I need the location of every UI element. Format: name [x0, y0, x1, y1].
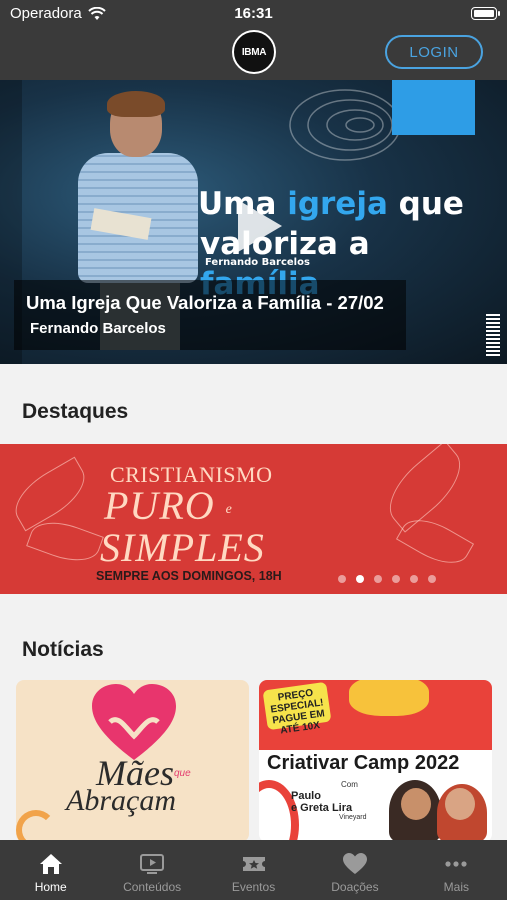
- carousel-dot[interactable]: [374, 575, 382, 583]
- arc-decoration: [16, 810, 56, 842]
- video-caption: Uma Igreja Que Valoriza a Família - 27/0…: [14, 280, 406, 350]
- carousel-dot[interactable]: [392, 575, 400, 583]
- destaques-banner[interactable]: CRISTIANISMO PURO e SIMPLES SEMPRE AOS D…: [0, 444, 507, 594]
- ibma-logo[interactable]: IBMA: [232, 30, 276, 74]
- card2-title: Criativar Camp 2022: [267, 752, 460, 774]
- video-title: Uma Igreja Que Valoriza a Família - 27/0…: [26, 292, 384, 313]
- home-icon: [39, 854, 62, 874]
- banner-line3: SIMPLES: [100, 525, 265, 570]
- card2-church: Vineyard: [339, 814, 367, 821]
- card1-title-que: que: [174, 768, 191, 779]
- destaques-heading: Destaques: [22, 400, 129, 423]
- tv-icon: [140, 854, 165, 874]
- tab-home[interactable]: Home: [0, 840, 101, 900]
- carousel-dots[interactable]: [338, 575, 436, 583]
- tab-conteudos[interactable]: Conteúdos: [101, 840, 202, 900]
- carousel-dot[interactable]: [428, 575, 436, 583]
- news-card[interactable]: PREÇO ESPECIAL! PAGUE EM ATÉ 10X Criativ…: [259, 680, 492, 842]
- barcode-decoration: [486, 314, 500, 356]
- hero-title-part: que: [387, 186, 464, 222]
- tab-bar: Home Conteúdos Eventos Doações Mais: [0, 840, 507, 900]
- ticket-icon: [242, 857, 265, 871]
- carousel-dot[interactable]: [410, 575, 418, 583]
- card1-title-line2: Abraçam: [66, 784, 176, 817]
- tab-doacoes[interactable]: Doações: [304, 840, 405, 900]
- hero-video-card[interactable]: Uma igreja que valoriza a família Fernan…: [0, 80, 507, 364]
- heart-icon: [342, 853, 367, 874]
- hero-subtitle: Fernando Barcelos: [205, 257, 310, 268]
- tab-mais[interactable]: Mais: [406, 840, 507, 900]
- news-card[interactable]: Mães que Abraçam: [16, 680, 249, 842]
- more-icon: [445, 861, 467, 867]
- tab-label: Doações: [331, 880, 379, 894]
- speaker-name: Paulo: [291, 790, 321, 802]
- carousel-dot-active[interactable]: [356, 575, 364, 583]
- noticias-heading: Notícias: [22, 638, 104, 661]
- leaf-decoration: [376, 444, 474, 533]
- card2-com: Com: [341, 780, 358, 789]
- news-list: Mães que Abraçam PREÇO ESPECIAL! PAGUE E…: [16, 680, 507, 842]
- swirl-decoration: [289, 89, 401, 161]
- clock: 16:31: [234, 5, 273, 22]
- play-icon[interactable]: [238, 200, 282, 252]
- speaker-name: e Greta Lira: [291, 802, 353, 814]
- tab-label: Home: [34, 880, 67, 894]
- status-bar: Operadora 16:31: [0, 0, 507, 30]
- battery-icon: [471, 7, 500, 20]
- login-button[interactable]: LOGIN: [385, 35, 483, 69]
- card2-speakers: Paulo e Greta Lira: [291, 790, 352, 814]
- banner-conjunction: e: [225, 501, 233, 517]
- banner-word: PURO: [104, 483, 215, 528]
- tab-label: Mais: [443, 880, 469, 894]
- banner-line2: PURO e: [104, 482, 233, 529]
- leaf-decoration: [5, 456, 95, 532]
- tab-eventos[interactable]: Eventos: [203, 840, 304, 900]
- blue-square-decoration: [392, 80, 475, 135]
- tab-label: Conteúdos: [123, 880, 182, 894]
- sunglasses-decoration: [349, 680, 429, 716]
- couple-photo: [379, 774, 489, 842]
- video-author: Fernando Barcelos: [30, 320, 166, 337]
- hero-title-highlight: igreja: [287, 186, 388, 222]
- app-header: IBMA LOGIN: [0, 30, 507, 80]
- carousel-dot[interactable]: [338, 575, 346, 583]
- tab-label: Eventos: [231, 880, 276, 894]
- banner-schedule: SEMPRE AOS DOMINGOS, 18H: [96, 569, 282, 583]
